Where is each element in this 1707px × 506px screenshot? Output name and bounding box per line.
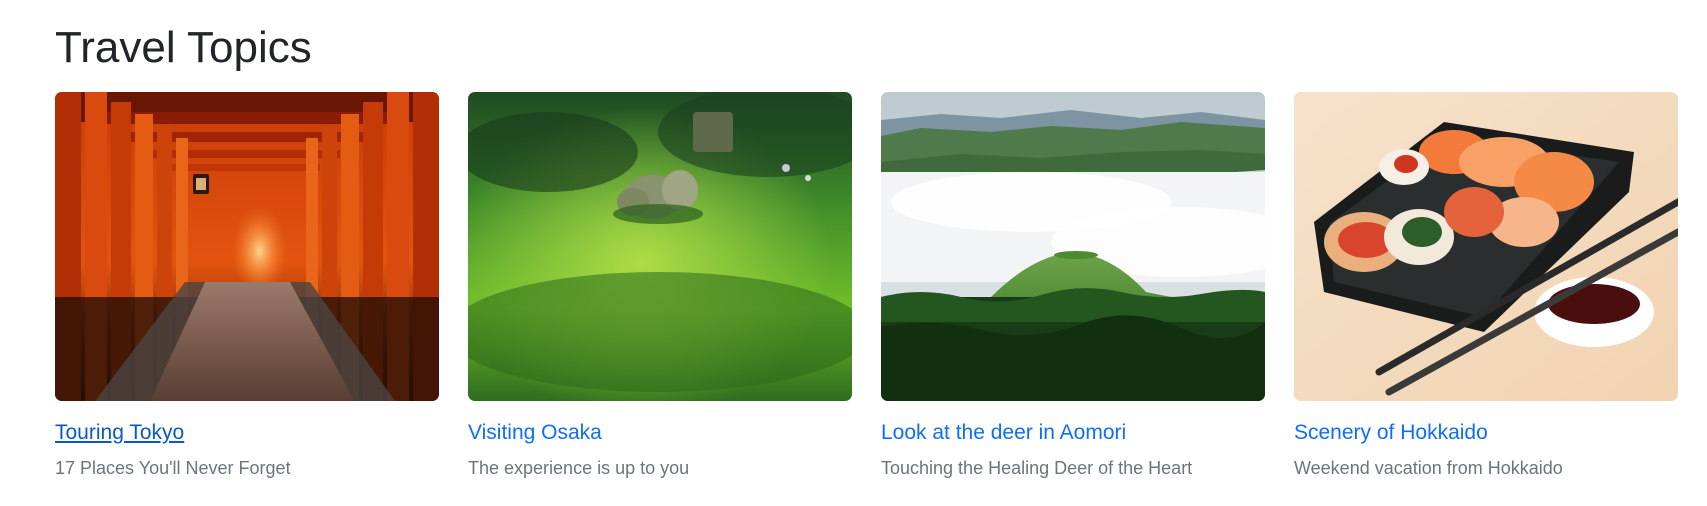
card-subtitle: The experience is up to you xyxy=(468,458,690,478)
topic-card-aomori: Look at the deer in Aomori Touching the … xyxy=(881,92,1265,492)
card-image-link[interactable] xyxy=(468,92,852,401)
topic-card-hokkaido: Scenery of Hokkaido Weekend vacation fro… xyxy=(1294,92,1678,492)
card-image-link[interactable] xyxy=(1294,92,1678,401)
card-title-link[interactable]: Visiting Osaka xyxy=(468,419,602,447)
torii-gates-image xyxy=(55,92,439,401)
card-title-link[interactable]: Scenery of Hokkaido xyxy=(1294,419,1488,447)
section-title: Travel Topics xyxy=(55,23,312,72)
mossy-garden-image xyxy=(468,92,852,401)
sushi-tray-image xyxy=(1294,92,1678,401)
green-hill-image xyxy=(881,92,1265,401)
topic-card-osaka: Visiting Osaka The experience is up to y… xyxy=(468,92,852,492)
card-title-link[interactable]: Look at the deer in Aomori xyxy=(881,419,1126,447)
topic-card-tokyo: Touring Tokyo 17 Places You'll Never For… xyxy=(55,92,439,492)
card-image-link[interactable] xyxy=(55,92,439,401)
topic-card-list: Touring Tokyo 17 Places You'll Never For… xyxy=(55,92,1678,492)
card-image-link[interactable] xyxy=(881,92,1265,401)
card-subtitle: Weekend vacation from Hokkaido xyxy=(1294,458,1563,478)
card-subtitle: 17 Places You'll Never Forget xyxy=(55,458,291,478)
card-subtitle: Touching the Healing Deer of the Heart xyxy=(881,458,1193,478)
card-title-link[interactable]: Touring Tokyo xyxy=(55,419,184,447)
